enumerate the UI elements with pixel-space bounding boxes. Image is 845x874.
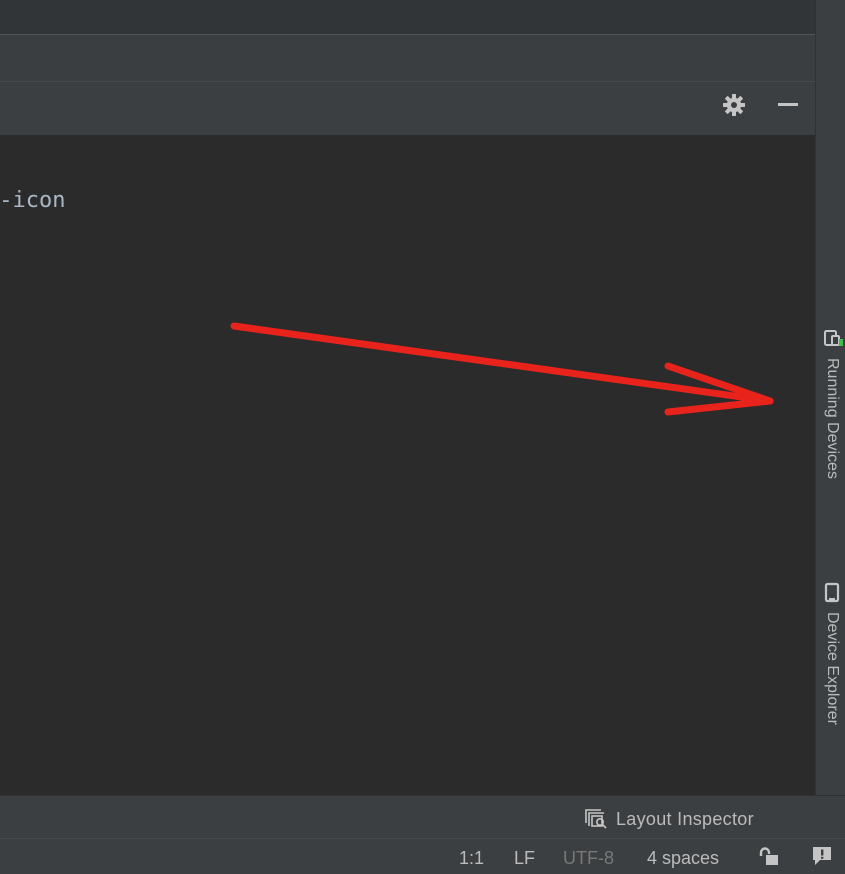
code-line: v-icon <box>0 186 200 216</box>
code-text: v-icon <box>0 188 66 213</box>
layout-inspector-button[interactable]: Layout Inspector <box>584 804 754 834</box>
running-devices-icon <box>824 330 843 346</box>
sidebar-item-running-devices[interactable]: Running Devices <box>815 322 845 526</box>
line-separator[interactable]: LF <box>514 845 535 871</box>
file-encoding[interactable]: UTF-8 <box>563 845 614 871</box>
editor-tab[interactable] <box>0 0 845 35</box>
notifications-icon[interactable] <box>811 845 833 867</box>
breadcrumb-bar <box>0 35 815 81</box>
ide-window: v-icon Running Devices Device Explorer <box>0 0 845 874</box>
layout-inspector-label: Layout Inspector <box>616 808 754 829</box>
tool-window-header <box>0 81 815 135</box>
layout-inspector-icon <box>585 809 607 829</box>
minimize-icon[interactable] <box>778 103 798 107</box>
editor-tabs-bar <box>0 0 845 35</box>
caret-position[interactable]: 1:1 <box>459 845 484 871</box>
device-explorer-icon <box>824 582 840 603</box>
code-editor[interactable] <box>0 135 815 795</box>
gear-icon[interactable] <box>722 93 746 117</box>
lock-icon[interactable] <box>758 847 780 867</box>
indent-setting[interactable]: 4 spaces <box>647 845 719 871</box>
sidebar-item-label: Device Explorer <box>824 612 841 725</box>
sidebar-item-label: Running Devices <box>824 358 841 479</box>
sidebar-item-device-explorer[interactable]: Device Explorer <box>815 578 845 770</box>
